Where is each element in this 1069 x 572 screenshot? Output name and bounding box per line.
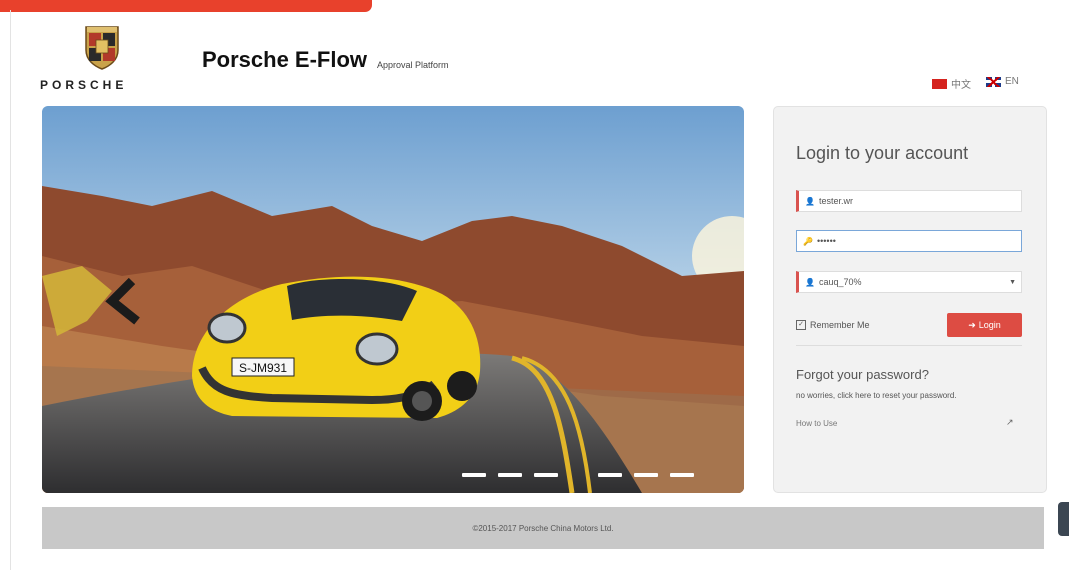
login-heading: Login to your account bbox=[796, 143, 969, 163]
uk-flag-icon bbox=[986, 76, 1001, 87]
forgot-password-link[interactable]: no worries, click here to reset your pas… bbox=[796, 391, 957, 400]
lang-chinese[interactable]: 中文 bbox=[932, 76, 971, 91]
help-arrow-icon[interactable]: ↗ bbox=[1006, 417, 1014, 428]
checkbox-check-icon: ✓ bbox=[796, 320, 806, 330]
remember-me-label: Remember Me bbox=[810, 320, 870, 330]
carousel-indicators bbox=[462, 473, 694, 477]
user-icon: 👤 bbox=[805, 196, 815, 206]
carousel-dot[interactable] bbox=[634, 473, 658, 477]
china-flag-icon bbox=[932, 78, 947, 89]
carousel-dot[interactable] bbox=[534, 473, 558, 477]
hero-image: S-JM931 bbox=[42, 106, 744, 493]
footer: ©2015-2017 Porsche China Motors Ltd. bbox=[42, 507, 1044, 549]
remember-me-checkbox[interactable]: ✓ Remember Me bbox=[796, 320, 870, 330]
carousel-dot[interactable] bbox=[498, 473, 522, 477]
forgot-password-title: Forgot your password? bbox=[796, 367, 929, 382]
login-button[interactable]: ➜ Login bbox=[947, 313, 1022, 337]
side-feedback-tab[interactable] bbox=[1058, 502, 1069, 536]
help-link[interactable]: How to Use bbox=[796, 419, 837, 428]
sign-in-icon: ➜ bbox=[968, 319, 976, 330]
password-field[interactable]: 🔑 •••••• bbox=[796, 230, 1022, 252]
copyright-text: ©2015-2017 Porsche China Motors Ltd. bbox=[472, 523, 614, 533]
app-title: Porsche E-Flow bbox=[202, 47, 368, 72]
carousel-dot[interactable] bbox=[598, 473, 622, 477]
chevron-down-icon: ▼ bbox=[1009, 278, 1016, 286]
porsche-wordmark: PORSCHE bbox=[40, 78, 128, 92]
app-subtitle: Approval Platform bbox=[377, 60, 449, 70]
login-button-label: Login bbox=[978, 320, 1001, 330]
username-value: tester.wr bbox=[818, 196, 853, 206]
left-border bbox=[10, 10, 11, 570]
username-field[interactable]: 👤 tester.wr bbox=[796, 190, 1022, 212]
license-plate-text: S-JM931 bbox=[239, 361, 287, 375]
lang-chinese-label: 中文 bbox=[951, 80, 971, 91]
user-icon: 👤 bbox=[805, 277, 815, 287]
domain-select-value: cauq_70% bbox=[818, 277, 862, 287]
key-icon: 🔑 bbox=[803, 236, 813, 246]
lang-english-label: EN bbox=[1005, 76, 1019, 87]
panel-divider bbox=[796, 345, 1022, 346]
carousel-dot[interactable] bbox=[462, 473, 486, 477]
carousel-dot[interactable] bbox=[670, 473, 694, 477]
password-value: •••••• bbox=[816, 236, 836, 246]
domain-select[interactable]: 👤 cauq_70% ▼ bbox=[796, 271, 1022, 293]
porsche-crest-logo bbox=[83, 24, 121, 70]
lang-english[interactable]: EN bbox=[986, 76, 1019, 87]
login-panel: Login to your account 👤 tester.wr 🔑 ••••… bbox=[773, 106, 1047, 493]
top-accent-bar bbox=[0, 0, 372, 12]
hero-carousel[interactable]: S-JM931 bbox=[42, 106, 744, 493]
